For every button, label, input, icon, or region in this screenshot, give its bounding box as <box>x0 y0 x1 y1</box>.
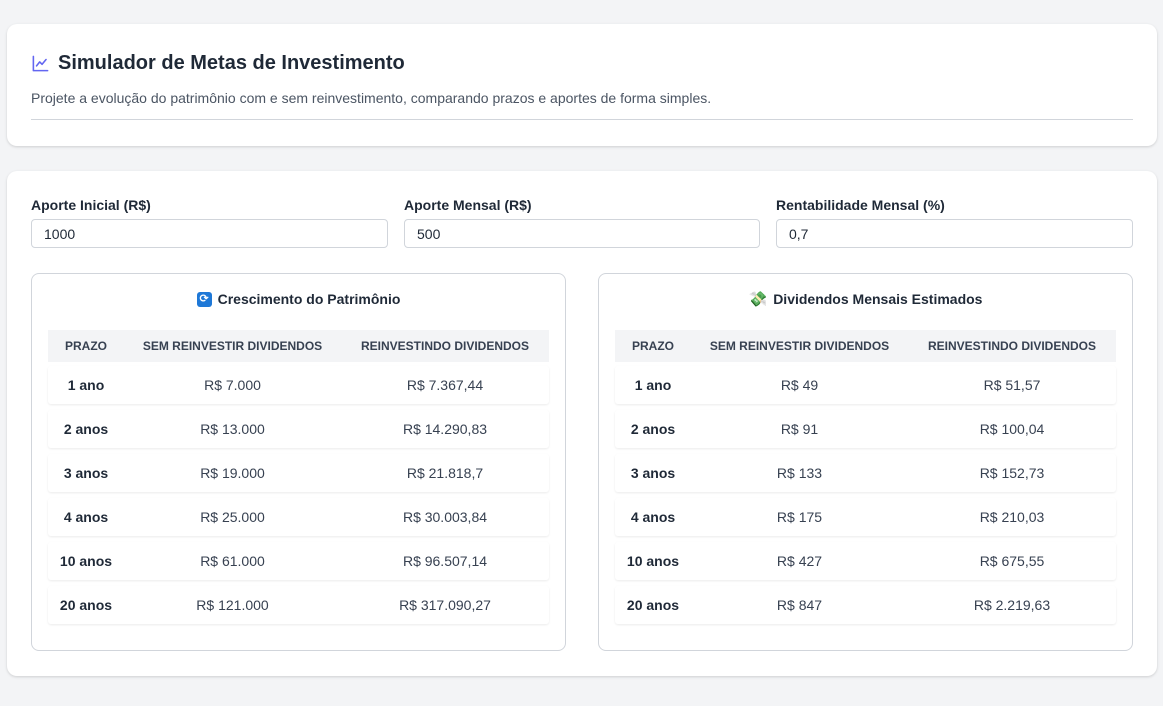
simulator-card: Aporte Inicial (R$) Aporte Mensal (R$) R… <box>7 171 1157 676</box>
table-row: 4 anos R$ 175 R$ 210,03 <box>615 498 1116 536</box>
patrimonio-title-row: ⟳ Crescimento do Patrimônio <box>32 291 565 307</box>
column-header-reinvestindo: REINVESTINDO DIVIDENDOS <box>360 339 530 353</box>
cell-reinvestindo: R$ 675,55 <box>979 553 1045 569</box>
table-row: 1 ano R$ 7.000 R$ 7.367,44 <box>48 366 549 404</box>
table-row: 3 anos R$ 133 R$ 152,73 <box>615 454 1116 492</box>
cell-prazo: 10 anos <box>626 553 680 569</box>
cell-sem-reinvestir: R$ 13.000 <box>200 421 265 437</box>
cell-sem-reinvestir: R$ 19.000 <box>200 465 265 481</box>
cell-reinvestindo: R$ 210,03 <box>979 509 1045 525</box>
cell-reinvestindo: R$ 317.090,27 <box>399 597 491 613</box>
page-title: Simulador de Metas de Investimento <box>58 52 405 74</box>
aporte-inicial-input[interactable] <box>31 219 388 248</box>
cell-prazo: 2 anos <box>63 421 109 437</box>
cell-prazo: 4 anos <box>63 509 109 525</box>
column-header-prazo: PRAZO <box>65 339 107 353</box>
table-row: 3 anos R$ 19.000 R$ 21.818,7 <box>48 454 549 492</box>
cell-prazo: 1 ano <box>67 377 105 393</box>
cell-sem-reinvestir: R$ 61.000 <box>200 553 265 569</box>
aporte-mensal-label: Aporte Mensal (R$) <box>404 197 532 213</box>
cell-prazo: 1 ano <box>634 377 672 393</box>
page-subtitle: Projete a evolução do patrimônio com e s… <box>31 90 712 106</box>
patrimonio-panel: ⟳ Crescimento do Patrimônio PRAZO SEM RE… <box>31 273 566 651</box>
dividendos-table-header: PRAZO SEM REINVESTIR DIVIDENDOS REINVEST… <box>615 330 1116 362</box>
table-row: 10 anos R$ 427 R$ 675,55 <box>615 542 1116 580</box>
cell-reinvestindo: R$ 30.003,84 <box>402 509 488 525</box>
column-header-sem-reinvestir: SEM REINVESTIR DIVIDENDOS <box>142 339 323 353</box>
patrimonio-table-header: PRAZO SEM REINVESTIR DIVIDENDOS REINVEST… <box>48 330 549 362</box>
cell-prazo: 20 anos <box>59 597 113 613</box>
patrimonio-table-body: 1 ano R$ 7.000 R$ 7.367,44 2 anos R$ 13.000 R… <box>48 366 549 630</box>
table-row: 2 anos R$ 13.000 R$ 14.290,83 <box>48 410 549 448</box>
cell-reinvestindo: R$ 96.507,14 <box>402 553 488 569</box>
dividendos-panel: 💸 Dividendos Mensais Estimados PRAZO SEM… <box>598 273 1133 651</box>
refresh-icon: ⟳ <box>196 291 212 307</box>
cell-sem-reinvestir: R$ 49 <box>780 377 819 393</box>
table-row: 2 anos R$ 91 R$ 100,04 <box>615 410 1116 448</box>
rentabilidade-input[interactable] <box>776 219 1133 248</box>
header-card: Simulador de Metas de Investimento Proje… <box>7 24 1157 146</box>
cell-sem-reinvestir: R$ 847 <box>776 597 823 613</box>
cell-reinvestindo: R$ 21.818,7 <box>406 465 484 481</box>
aporte-mensal-field: Aporte Mensal (R$) <box>404 197 760 248</box>
cell-prazo: 2 anos <box>630 421 676 437</box>
cell-prazo: 3 anos <box>630 465 676 481</box>
money-icon: 💸 <box>748 290 768 308</box>
dividendos-table-body: 1 ano R$ 49 R$ 51,57 2 anos R$ 91 R$ 100,04 3 … <box>615 366 1116 630</box>
line-chart-icon <box>31 54 50 73</box>
dividendos-title-row: 💸 Dividendos Mensais Estimados <box>599 291 1132 307</box>
aporte-inicial-label: Aporte Inicial (R$) <box>31 197 151 213</box>
dividendos-title: Dividendos Mensais Estimados <box>773 291 983 307</box>
column-header-reinvestindo: REINVESTINDO DIVIDENDOS <box>927 339 1097 353</box>
title-row: Simulador de Metas de Investimento <box>31 52 405 75</box>
cell-sem-reinvestir: R$ 7.000 <box>204 377 261 393</box>
cell-sem-reinvestir: R$ 25.000 <box>200 509 265 525</box>
aporte-mensal-input[interactable] <box>404 219 760 248</box>
table-row: 20 anos R$ 121.000 R$ 317.090,27 <box>48 586 549 624</box>
column-header-sem-reinvestir: SEM REINVESTIR DIVIDENDOS <box>709 339 890 353</box>
cell-sem-reinvestir: R$ 175 <box>776 509 823 525</box>
table-row: 1 ano R$ 49 R$ 51,57 <box>615 366 1116 404</box>
cell-sem-reinvestir: R$ 427 <box>776 553 823 569</box>
rentabilidade-label: Rentabilidade Mensal (%) <box>776 197 945 213</box>
aporte-inicial-field: Aporte Inicial (R$) <box>31 197 388 248</box>
cell-reinvestindo: R$ 2.219,63 <box>973 597 1051 613</box>
cell-sem-reinvestir: R$ 133 <box>776 465 823 481</box>
cell-sem-reinvestir: R$ 91 <box>780 421 819 437</box>
cell-reinvestindo: R$ 100,04 <box>979 421 1045 437</box>
cell-reinvestindo: R$ 14.290,83 <box>402 421 488 437</box>
patrimonio-title: Crescimento do Patrimônio <box>217 291 401 307</box>
cell-sem-reinvestir: R$ 121.000 <box>196 597 269 613</box>
cell-prazo: 4 anos <box>630 509 676 525</box>
cell-reinvestindo: R$ 7.367,44 <box>406 377 484 393</box>
table-row: 20 anos R$ 847 R$ 2.219,63 <box>615 586 1116 624</box>
rentabilidade-field: Rentabilidade Mensal (%) <box>776 197 1133 248</box>
divider <box>31 119 1133 120</box>
cell-prazo: 20 anos <box>626 597 680 613</box>
column-header-prazo: PRAZO <box>632 339 674 353</box>
cell-prazo: 3 anos <box>63 465 109 481</box>
cell-reinvestindo: R$ 51,57 <box>983 377 1041 393</box>
cell-reinvestindo: R$ 152,73 <box>979 465 1045 481</box>
cell-prazo: 10 anos <box>59 553 113 569</box>
table-row: 10 anos R$ 61.000 R$ 96.507,14 <box>48 542 549 580</box>
table-row: 4 anos R$ 25.000 R$ 30.003,84 <box>48 498 549 536</box>
